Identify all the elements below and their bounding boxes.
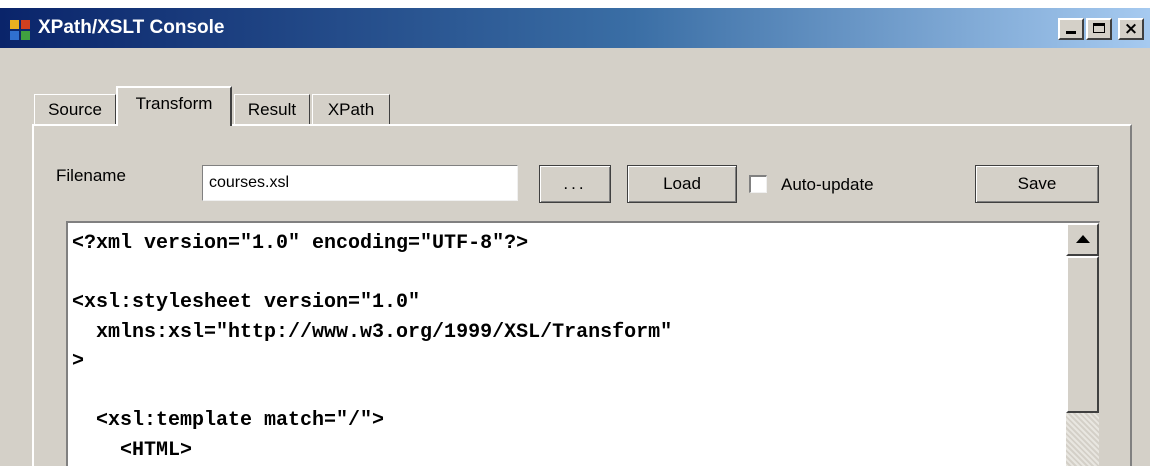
- tab-result-label: Result: [247, 100, 297, 119]
- tab-xpath[interactable]: XPath: [312, 94, 390, 124]
- tab-result[interactable]: Result: [234, 94, 310, 124]
- app-window-icon: [10, 20, 30, 40]
- minimize-icon: [1066, 31, 1076, 34]
- minimize-button[interactable]: [1058, 18, 1084, 40]
- close-icon: ×: [1123, 19, 1139, 39]
- tab-xpath-label: XPath: [327, 100, 375, 119]
- maximize-button[interactable]: [1086, 18, 1112, 40]
- close-button[interactable]: ×: [1118, 18, 1144, 40]
- tab-source[interactable]: Source: [34, 94, 116, 124]
- maximize-icon: [1093, 23, 1105, 33]
- window-title: XPath/XSLT Console: [38, 17, 225, 38]
- tab-transform-label: Transform: [135, 94, 213, 113]
- transform-tab-panel: [32, 124, 1132, 466]
- tab-source-label: Source: [48, 100, 102, 119]
- tab-transform[interactable]: Transform: [116, 86, 232, 126]
- console-window: XPath/XSLT Console × Source Transform Re…: [0, 8, 1150, 466]
- title-bar[interactable]: XPath/XSLT Console ×: [0, 8, 1150, 48]
